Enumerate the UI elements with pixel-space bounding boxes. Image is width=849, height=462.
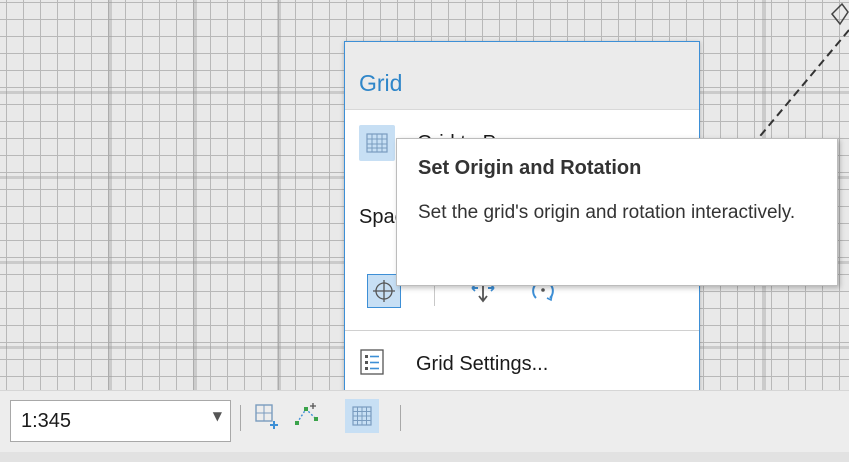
scale-value: 1:345 — [21, 410, 72, 432]
snap-to-grid-button[interactable] — [250, 399, 284, 433]
tooltip-description: Set the grid's origin and rotation inter… — [418, 202, 796, 223]
snap-points-button[interactable] — [290, 399, 324, 433]
grid-toggle-button[interactable] — [359, 125, 395, 161]
status-separator — [240, 405, 241, 431]
grid-display-toggle[interactable] — [345, 399, 379, 433]
snap-points-icon — [295, 403, 318, 425]
tooltip: Set Origin and Rotation Set the grid's o… — [396, 138, 838, 286]
chevron-down-icon[interactable]: ▼ — [213, 409, 222, 423]
scale-combobox[interactable]: 1:345 ▼ — [10, 400, 231, 442]
panel-title: Grid — [359, 70, 403, 96]
list-settings-icon — [360, 349, 384, 375]
status-bar-bottom — [0, 452, 849, 462]
status-separator — [400, 405, 401, 431]
crosshair-origin-icon — [373, 280, 395, 302]
snap-to-grid-icon — [255, 404, 278, 429]
grid-settings-button[interactable]: Grid Settings... — [359, 348, 689, 382]
status-bar: 1:345 ▼ — [0, 390, 849, 462]
panel-divider — [345, 330, 699, 331]
tooltip-title: Set Origin and Rotation — [418, 157, 642, 179]
panel-header: Grid — [345, 42, 699, 110]
grid-settings-label: Grid Settings... — [416, 353, 549, 375]
grid-toggle-icon — [352, 406, 372, 426]
grid-icon — [366, 133, 388, 153]
